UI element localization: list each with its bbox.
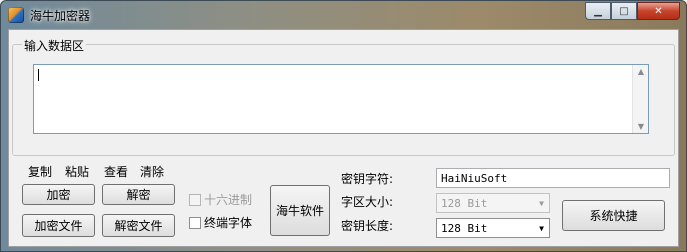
scroll-up-icon[interactable]: ▲ xyxy=(633,67,649,76)
window-title: 海牛加密器 xyxy=(30,9,91,23)
key-chars-input[interactable]: HaiNiuSoft xyxy=(436,168,670,188)
view-link[interactable]: 查看 xyxy=(104,163,128,180)
maximize-icon: □ xyxy=(619,5,629,17)
input-data-group-label: 输入数据区 xyxy=(22,37,87,54)
paste-link[interactable]: 粘贴 xyxy=(65,163,89,180)
maximize-button[interactable]: □ xyxy=(611,2,637,20)
decrypt-file-button[interactable]: 解密文件 xyxy=(102,214,175,237)
encrypt-button[interactable]: 加密 xyxy=(22,184,95,205)
dropdown-arrow-icon: ▼ xyxy=(539,224,544,233)
input-data-scrollbar[interactable]: ▲ ▼ xyxy=(632,65,648,133)
terminal-font-checkbox-label: 终端字体 xyxy=(204,216,253,230)
input-data-textarea[interactable]: ▲ ▼ xyxy=(33,64,649,134)
hainiu-software-button[interactable]: 海牛软件 xyxy=(270,185,330,236)
key-length-select[interactable]: 128 Bit ▼ xyxy=(436,218,550,238)
app-window: 海牛加密器 ▁ □ ✕ 输入数据区 ▲ ▼ 复制 粘贴 查看 清除 加密 解密 … xyxy=(0,0,687,252)
client-area: 输入数据区 ▲ ▼ 复制 粘贴 查看 清除 加密 解密 加密文件 解密文件 十六… xyxy=(8,29,679,247)
hex-checkbox[interactable]: 十六进制 xyxy=(189,191,252,208)
encrypt-file-button[interactable]: 加密文件 xyxy=(22,214,95,237)
scroll-down-icon[interactable]: ▼ xyxy=(633,122,649,131)
hex-checkbox-box[interactable] xyxy=(189,193,201,206)
dropdown-arrow-icon: ▼ xyxy=(539,199,544,208)
terminal-font-checkbox-box[interactable] xyxy=(189,216,201,229)
system-shortcut-button[interactable]: 系统快捷 xyxy=(562,200,665,231)
key-chars-label: 密钥字符: xyxy=(341,172,394,186)
app-logo-icon xyxy=(8,7,24,23)
key-length-value: 128 Bit xyxy=(441,222,488,235)
title-bar[interactable]: 海牛加密器 ▁ □ ✕ xyxy=(1,1,686,29)
caption-buttons: ▁ □ ✕ xyxy=(585,2,680,20)
close-button[interactable]: ✕ xyxy=(637,2,680,20)
text-caret xyxy=(38,69,39,81)
block-size-value: 128 Bit xyxy=(441,197,488,210)
block-size-select[interactable]: 128 Bit ▼ xyxy=(436,193,550,213)
decrypt-button[interactable]: 解密 xyxy=(102,184,175,205)
key-length-label: 密钥长度: xyxy=(341,219,394,233)
copy-link[interactable]: 复制 xyxy=(28,163,52,180)
block-size-label: 字区大小: xyxy=(341,195,394,209)
minimize-icon: ▁ xyxy=(594,5,602,17)
clear-link[interactable]: 清除 xyxy=(140,163,164,180)
close-icon: ✕ xyxy=(654,5,663,17)
minimize-button[interactable]: ▁ xyxy=(585,2,611,20)
terminal-font-checkbox[interactable]: 终端字体 xyxy=(189,214,252,231)
hex-checkbox-label: 十六进制 xyxy=(204,193,253,207)
